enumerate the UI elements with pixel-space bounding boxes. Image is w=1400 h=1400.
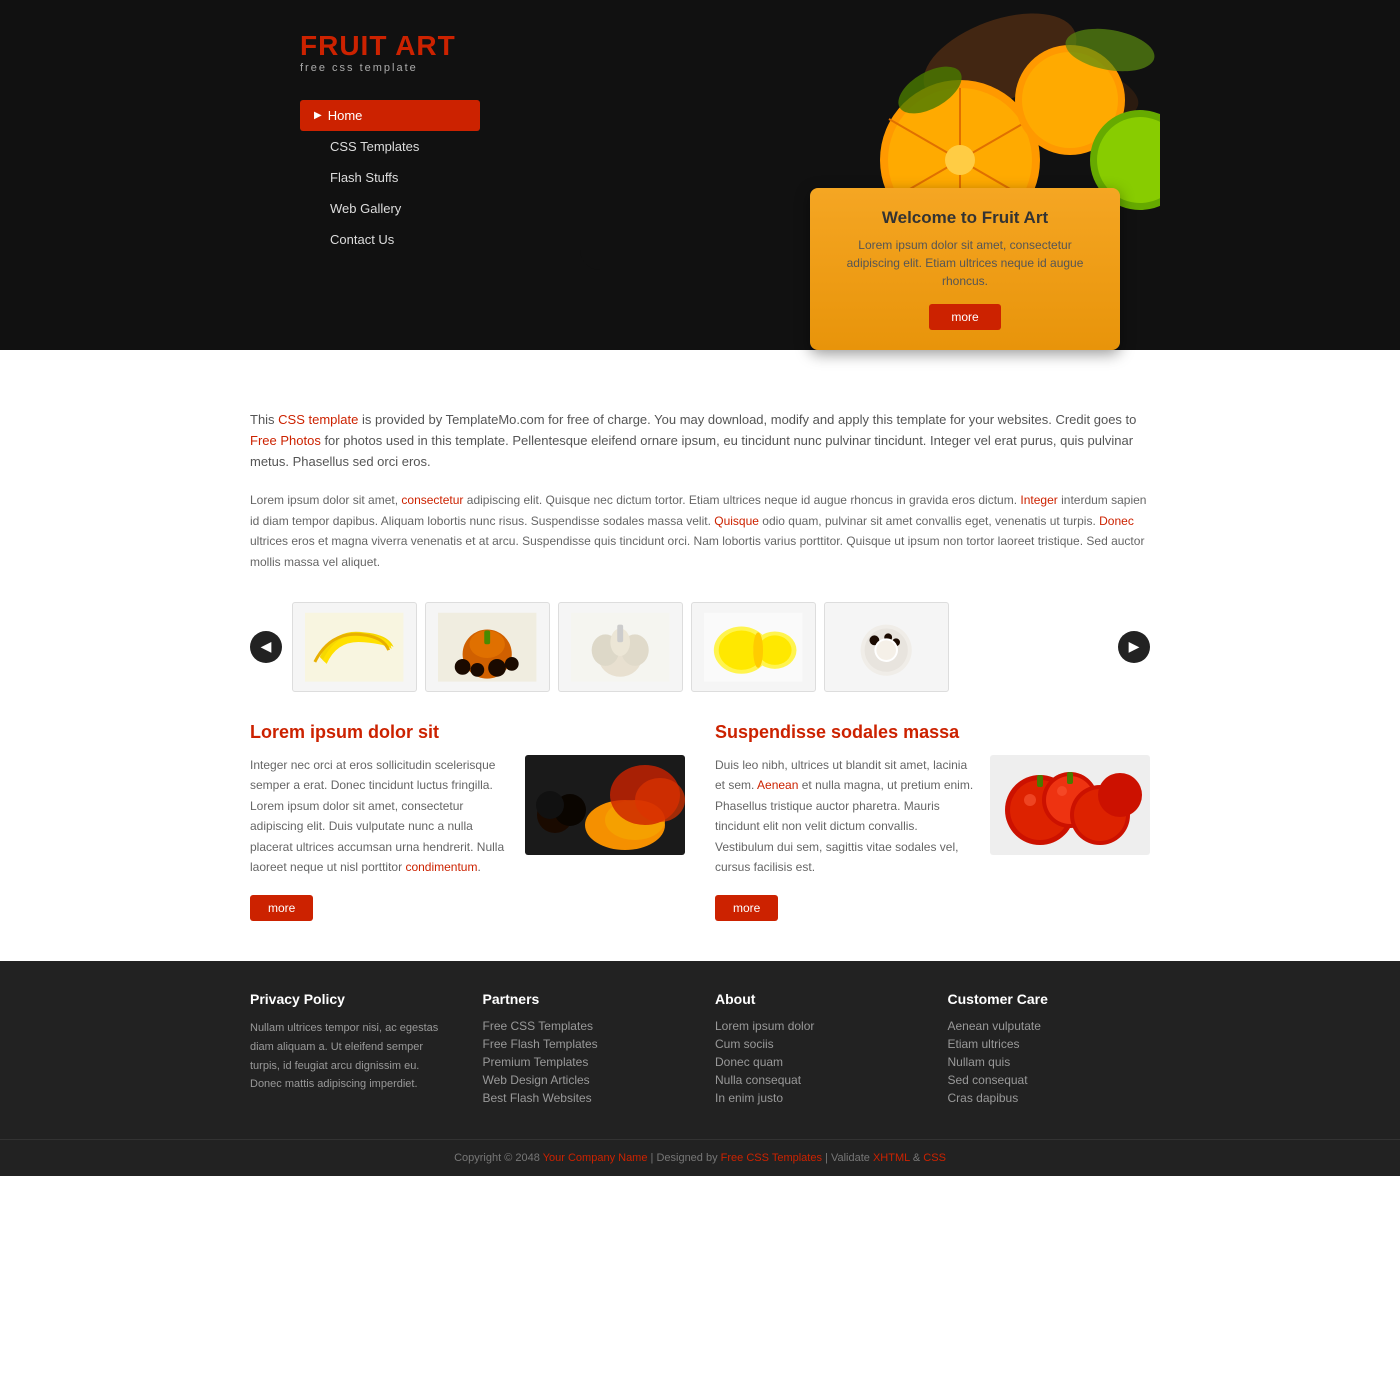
welcome-title: Welcome to Fruit Art	[834, 208, 1096, 228]
footer-privacy-heading: Privacy Policy	[250, 991, 453, 1007]
footer: Privacy Policy Nullam ultrices tempor ni…	[0, 961, 1400, 1176]
section2-heading: Suspendisse sodales massa	[715, 722, 1150, 743]
validate-text: | Validate	[825, 1152, 870, 1164]
section1-more-button[interactable]: more	[250, 895, 313, 921]
two-column-section: Lorem ipsum dolor sit Integer nec orci a…	[240, 722, 1160, 921]
main-nav: Home CSS Templates Flash Stuffs Web Gall…	[300, 100, 480, 255]
welcome-box: Welcome to Fruit Art Lorem ipsum dolor s…	[810, 188, 1120, 350]
footer-link-free-flash[interactable]: Free Flash Templates	[483, 1037, 686, 1051]
section-left: Lorem ipsum dolor sit Integer nec orci a…	[250, 722, 685, 921]
section1-image	[525, 755, 685, 855]
aenean-link[interactable]: Aenean	[757, 778, 798, 792]
footer-link-donec-quam[interactable]: Donec quam	[715, 1055, 918, 1069]
main-content: This CSS template is provided by Templat…	[240, 410, 1160, 572]
footer-link-premium[interactable]: Premium Templates	[483, 1055, 686, 1069]
footer-link-nullam[interactable]: Nullam quis	[948, 1055, 1151, 1069]
gallery-next-button[interactable]: ▶	[1118, 631, 1150, 663]
footer-privacy-text: Nullam ultrices tempor nisi, ac egestas …	[250, 1019, 453, 1094]
nav-item-web-gallery[interactable]: Web Gallery	[300, 193, 480, 224]
title-color: ART	[395, 30, 456, 61]
css-link[interactable]: Free CSS Templates	[721, 1152, 822, 1164]
section2-image	[990, 755, 1150, 855]
designed-text: | Designed by	[651, 1152, 718, 1164]
gallery-item-banana[interactable]	[292, 602, 417, 692]
gallery-item-coconut[interactable]	[824, 602, 949, 692]
footer-partners-col: Partners Free CSS Templates Free Flash T…	[483, 991, 686, 1109]
copyright-text: Copyright © 2048	[454, 1152, 540, 1164]
welcome-more-button[interactable]: more	[929, 304, 1000, 330]
section2-more-button[interactable]: more	[715, 895, 778, 921]
footer-link-in-enim[interactable]: In enim justo	[715, 1091, 918, 1105]
footer-link-etiam[interactable]: Etiam ultrices	[948, 1037, 1151, 1051]
gallery-items	[292, 602, 1108, 692]
and-text: &	[913, 1152, 920, 1164]
footer-link-cum-sociis[interactable]: Cum sociis	[715, 1037, 918, 1051]
footer-customer-col: Customer Care Aenean vulputate Etiam ult…	[948, 991, 1151, 1109]
gallery-prev-button[interactable]: ◀	[250, 631, 282, 663]
free-photos-link[interactable]: Free Photos	[250, 433, 321, 448]
footer-link-sed[interactable]: Sed consequat	[948, 1073, 1151, 1087]
nav-item-css-templates[interactable]: CSS Templates	[300, 131, 480, 162]
company-link[interactable]: Your Company Name	[543, 1152, 648, 1164]
gallery-item-garlic[interactable]	[558, 602, 683, 692]
footer-link-cras[interactable]: Cras dapibus	[948, 1091, 1151, 1105]
gallery-item-pumpkin[interactable]	[425, 602, 550, 692]
footer-link-lorem[interactable]: Lorem ipsum dolor	[715, 1019, 918, 1033]
welcome-text: Lorem ipsum dolor sit amet, consectetur …	[834, 236, 1096, 290]
condimentum-link[interactable]: condimentum	[405, 860, 477, 874]
gallery-item-lemon[interactable]	[691, 602, 816, 692]
donec-link[interactable]: Donec	[1099, 514, 1134, 528]
xhtml-link[interactable]: XHTML	[873, 1152, 910, 1164]
footer-about-col: About Lorem ipsum dolor Cum sociis Donec…	[715, 991, 918, 1109]
intro-paragraph-1: This CSS template is provided by Templat…	[250, 410, 1150, 472]
footer-link-nulla[interactable]: Nulla consequat	[715, 1073, 918, 1087]
footer-customer-heading: Customer Care	[948, 991, 1151, 1007]
consectetur-link[interactable]: consectetur	[401, 493, 463, 507]
section-right: Suspendisse sodales massa Duis	[715, 722, 1150, 921]
css-template-link[interactable]: CSS template	[278, 412, 358, 427]
footer-link-web-design[interactable]: Web Design Articles	[483, 1073, 686, 1087]
nav-item-home[interactable]: Home	[300, 100, 480, 131]
footer-link-best-flash[interactable]: Best Flash Websites	[483, 1091, 686, 1105]
footer-link-free-css[interactable]: Free CSS Templates	[483, 1019, 686, 1033]
footer-about-heading: About	[715, 991, 918, 1007]
body-paragraph-1: Lorem ipsum dolor sit amet, consectetur …	[250, 490, 1150, 572]
css-validate-link[interactable]: CSS	[923, 1152, 946, 1164]
footer-partners-heading: Partners	[483, 991, 686, 1007]
footer-bottom: Copyright © 2048 Your Company Name | Des…	[0, 1139, 1400, 1176]
quisque-link[interactable]: Quisque	[714, 514, 759, 528]
footer-inner: Privacy Policy Nullam ultrices tempor ni…	[240, 991, 1160, 1139]
gallery-section: ◀	[240, 602, 1160, 692]
nav-item-contact-us[interactable]: Contact Us	[300, 224, 480, 255]
title-bold: FRUIT	[300, 30, 387, 61]
footer-link-aenean[interactable]: Aenean vulputate	[948, 1019, 1151, 1033]
nav-item-flash-stuffs[interactable]: Flash Stuffs	[300, 162, 480, 193]
integer-link[interactable]: Integer	[1020, 493, 1057, 507]
footer-privacy-col: Privacy Policy Nullam ultrices tempor ni…	[250, 991, 453, 1109]
section1-heading: Lorem ipsum dolor sit	[250, 722, 685, 743]
